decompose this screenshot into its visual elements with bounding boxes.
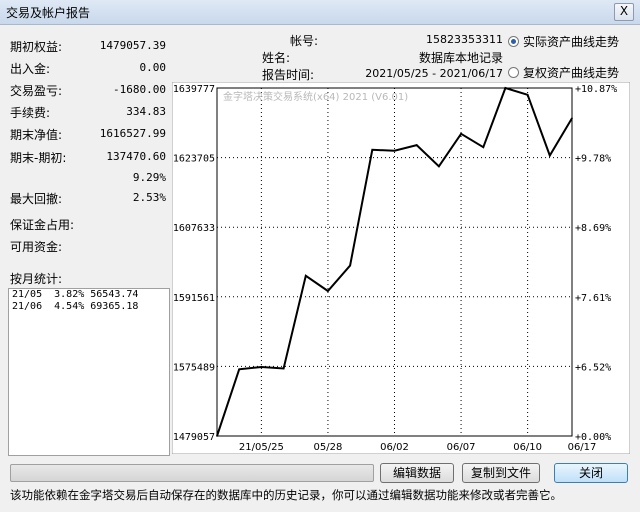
y-left-tick-label: 1639777 — [173, 84, 215, 95]
initial-equity-label: 期初权益: — [10, 40, 63, 54]
max-drawdown-value: 2.53% — [132, 191, 166, 204]
data-point — [282, 367, 285, 370]
data-point — [571, 117, 573, 120]
data-point — [504, 87, 507, 89]
monthly-stats-list[interactable]: 21/05 3.82% 56543.74 21/06 4.54% 69365.1… — [8, 288, 170, 456]
diff-pct-value: 9.29% — [132, 171, 166, 184]
footer-note: 该功能依赖在金字塔交易后自动保存在的数据库中的历史记录，你可以通过编辑数据功能来… — [10, 488, 562, 502]
data-point — [460, 133, 462, 135]
fee-value: 334.83 — [126, 105, 166, 118]
name-value: 数据库本地记录 — [418, 51, 503, 65]
deposit-value: 0.00 — [139, 61, 167, 74]
x-tick-label: 06/17 — [568, 442, 597, 453]
monthly-stat-row: 21/06 4.54% 69365.18 — [12, 301, 139, 312]
data-point — [260, 366, 263, 368]
window-title: 交易及帐户报告 — [6, 6, 91, 20]
data-point — [216, 435, 218, 437]
x-tick-label: 06/10 — [513, 442, 542, 453]
data-point — [438, 165, 440, 168]
radio-unselected-icon — [508, 67, 519, 78]
final-equity-label: 期末净值: — [10, 128, 63, 142]
radio-actual-label: 实际资产曲线走势 — [523, 35, 620, 49]
y-right-tick-label: +10.87% — [575, 84, 617, 95]
data-point — [415, 144, 418, 146]
edit-data-button[interactable]: 编辑数据 — [380, 463, 454, 483]
data-point — [526, 94, 529, 96]
y-left-tick-label: 1479057 — [173, 432, 215, 443]
y-left-tick-label: 1623705 — [173, 154, 215, 165]
data-point — [304, 275, 307, 277]
max-drawdown-label: 最大回撤: — [10, 192, 63, 206]
radio-actual-curve[interactable]: 实际资产曲线走势 — [508, 33, 619, 50]
data-point — [482, 146, 485, 149]
y-right-tick-label: +7.61% — [575, 293, 611, 304]
y-right-tick-label: +6.52% — [575, 362, 611, 373]
data-point — [393, 149, 396, 152]
y-left-tick-label: 1591561 — [173, 293, 215, 304]
deposit-label: 出入金: — [10, 62, 51, 76]
trade-pnl-value: -1680.00 — [113, 83, 166, 96]
monthly-stat-row: 21/05 3.82% 56543.74 — [12, 289, 139, 300]
trade-pnl-label: 交易盈亏: — [10, 84, 63, 98]
name-label: 姓名: — [262, 51, 291, 65]
x-tick-label: 05/28 — [314, 442, 343, 453]
data-point — [349, 264, 351, 267]
data-point — [238, 368, 240, 371]
title-bar: 交易及帐户报告 X — [0, 0, 640, 25]
account-label: 帐号: — [290, 34, 319, 48]
x-tick-label: 06/02 — [380, 442, 409, 453]
report-time-value: 2021/05/25 - 2021/06/17 — [365, 67, 503, 80]
initial-equity-value: 1479057.39 — [99, 39, 166, 52]
data-point — [549, 154, 551, 157]
available-label: 可用资金: — [10, 240, 63, 254]
final-equity-value: 1616527.99 — [99, 127, 166, 140]
y-right-tick-label: +8.69% — [575, 223, 611, 234]
diff-label: 期末-期初: — [10, 151, 67, 165]
diff-value: 137470.60 — [106, 150, 166, 163]
y-right-tick-label: +9.78% — [575, 154, 611, 165]
close-button[interactable]: 关闭 — [554, 463, 628, 483]
x-tick-label: 21/05/25 — [239, 442, 284, 453]
y-left-tick-label: 1607633 — [173, 223, 215, 234]
copy-to-file-button[interactable]: 复制到文件 — [462, 463, 540, 483]
chart-watermark: 金字塔决策交易系统(x64) 2021 (V6.01) — [223, 90, 408, 103]
close-window-button[interactable]: X — [614, 3, 634, 21]
fee-label: 手续费: — [10, 106, 51, 120]
equity-curve-chart: 1639777 +10.87% 1623705 +9.78% 1607633 +8.69%… — [172, 82, 630, 454]
y-left-tick-label: 1575489 — [173, 362, 215, 373]
progress-bar — [10, 464, 374, 482]
radio-compound-curve[interactable]: 复权资产曲线走势 — [508, 64, 619, 81]
x-tick-label: 06/07 — [447, 442, 476, 453]
data-point — [371, 149, 374, 151]
radio-compound-label: 复权资产曲线走势 — [523, 66, 620, 80]
account-value: 15823353311 — [426, 33, 503, 46]
radio-selected-icon — [508, 36, 519, 47]
report-time-label: 报告时间: — [262, 68, 315, 82]
margin-label: 保证金占用: — [10, 218, 75, 232]
data-point — [327, 290, 329, 292]
monthly-label: 按月统计: — [10, 272, 63, 286]
